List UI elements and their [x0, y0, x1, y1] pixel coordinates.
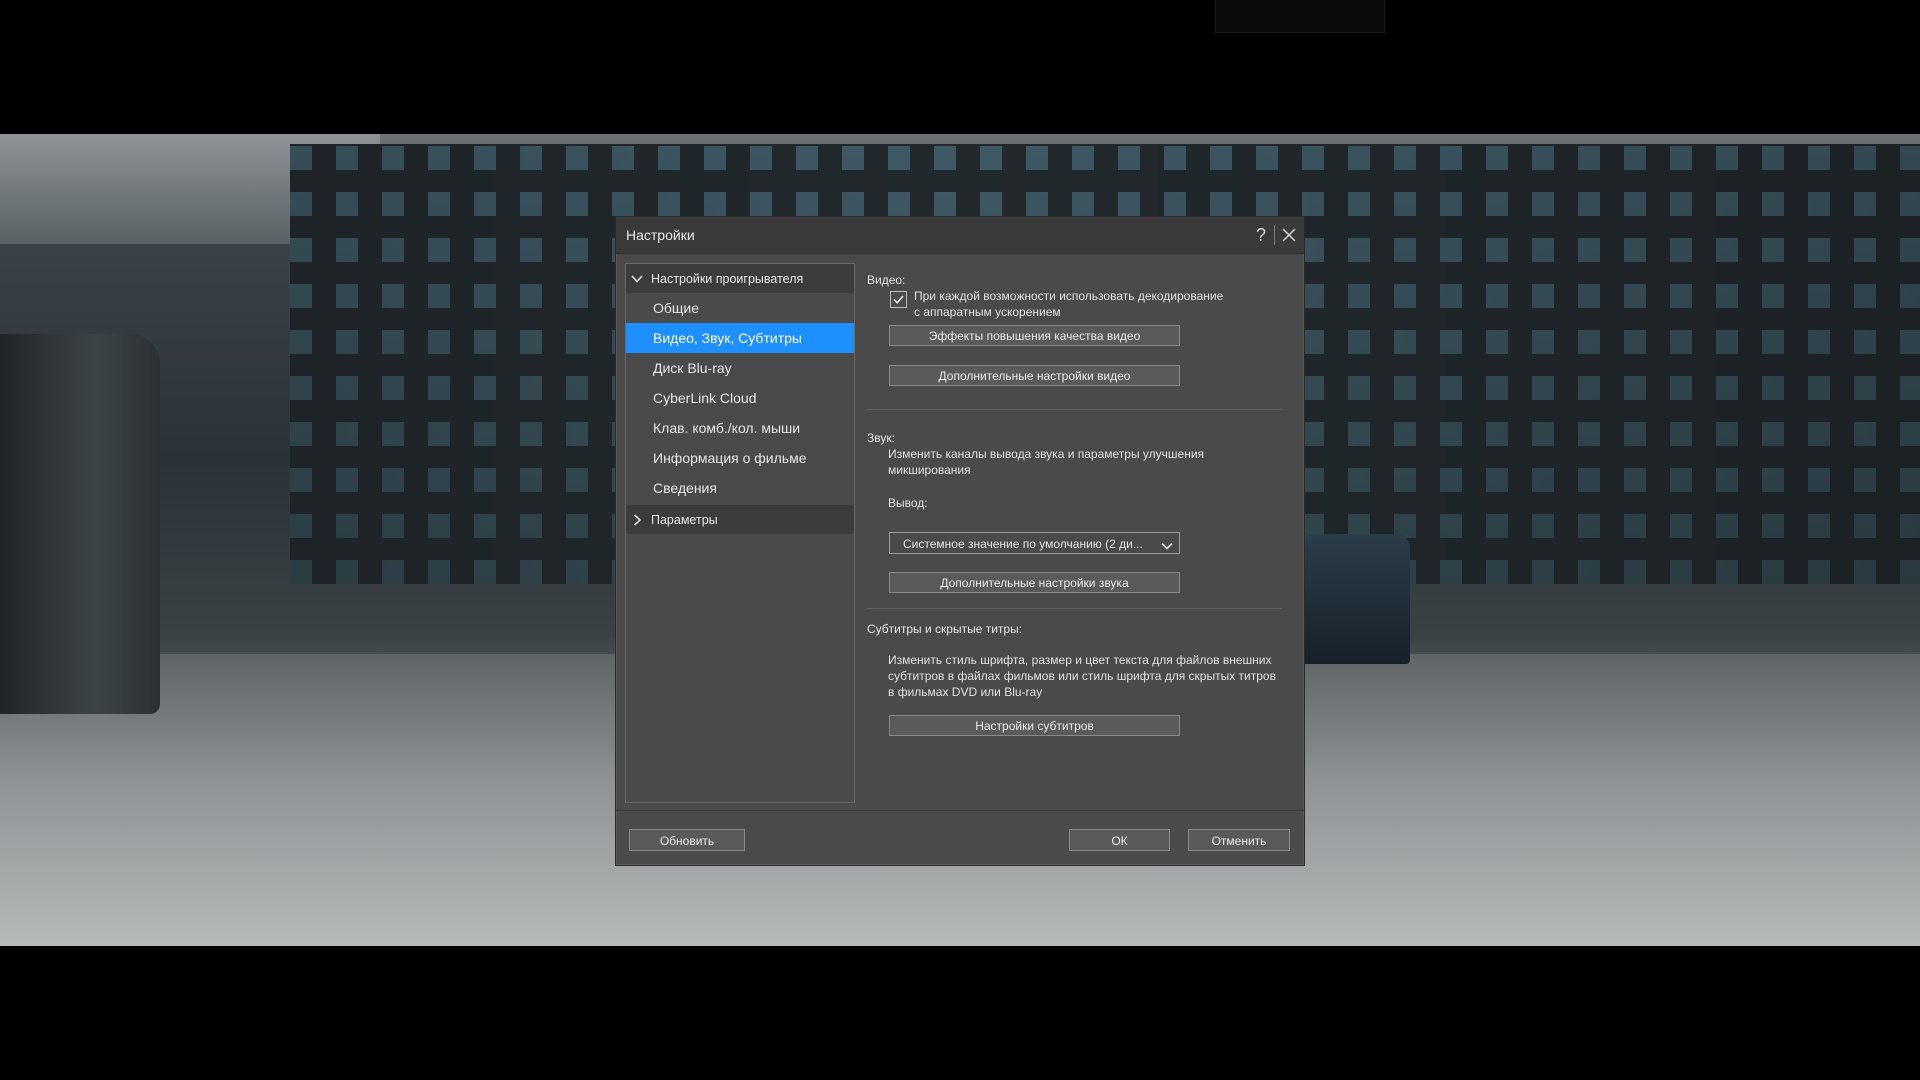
- nav-item-label: Диск Blu-ray: [653, 360, 732, 376]
- nav-item-cyberlink-cloud[interactable]: CyberLink Cloud: [626, 383, 854, 413]
- hw-decode-label-line1: При каждой возможности использовать деко…: [914, 289, 1224, 303]
- dialog-titlebar: Настройки ?: [616, 217, 1304, 254]
- audio-output-label: Вывод:: [888, 496, 928, 510]
- nav-item-label: Информация о фильме: [653, 450, 807, 466]
- subtitles-desc-line3: в фильмах DVD или Blu-ray: [888, 685, 1043, 699]
- video-advanced-button[interactable]: Дополнительные настройки видео: [889, 365, 1180, 386]
- audio-desc-line2: микширования: [888, 463, 971, 477]
- nav-item-label: Сведения: [653, 480, 717, 496]
- footer-divider: [616, 810, 1304, 811]
- section-divider: [867, 608, 1282, 609]
- audio-advanced-button[interactable]: Дополнительные настройки звука: [889, 572, 1180, 593]
- nav-item-label: Общие: [653, 300, 700, 316]
- chevron-down-icon: [631, 272, 643, 284]
- nav-item-label: Видео, Звук, Субтитры: [653, 330, 802, 346]
- chevron-down-icon: [1161, 538, 1173, 550]
- nav-item-about[interactable]: Сведения: [626, 473, 854, 503]
- settings-dialog: Настройки ? Настройки проигрывателя Общи…: [615, 216, 1305, 866]
- audio-section-header: Звук:: [867, 431, 895, 445]
- video-enhance-button[interactable]: Эффекты повышения качества видео: [889, 325, 1180, 346]
- nav-group-player-settings[interactable]: Настройки проигрывателя: [626, 264, 854, 293]
- video-truck: [0, 334, 160, 714]
- cancel-button[interactable]: Отменить: [1188, 829, 1290, 851]
- settings-content-panel: Видео: При каждой возможности использова…: [862, 263, 1292, 801]
- dialog-title: Настройки: [626, 227, 695, 243]
- audio-output-value: Системное значение по умолчанию (2 ди...: [903, 537, 1143, 551]
- nav-item-label: Клав. комб./кол. мыши: [653, 420, 801, 436]
- nav-item-video-audio-subtitles[interactable]: Видео, Звук, Субтитры: [626, 323, 854, 353]
- hw-decode-checkbox[interactable]: [890, 291, 907, 308]
- chevron-right-icon: [631, 513, 643, 526]
- video-section-header: Видео:: [867, 273, 906, 287]
- close-icon[interactable]: [1278, 223, 1300, 247]
- nav-item-bluray-disc[interactable]: Диск Blu-ray: [626, 353, 854, 383]
- section-divider: [867, 409, 1282, 410]
- audio-desc-line1: Изменить каналы вывода звука и параметры…: [888, 447, 1205, 461]
- hw-decode-label-line2: с аппаратным ускорением: [914, 305, 1061, 319]
- top-overlay-bar: [1215, 0, 1385, 33]
- ok-button[interactable]: ОК: [1069, 829, 1170, 851]
- subtitles-desc-line2: субтитров в файлах фильмов или стиль шри…: [888, 669, 1276, 683]
- nav-group-label: Настройки проигрывателя: [651, 272, 804, 286]
- subtitles-section-header: Субтитры и скрытые титры:: [867, 622, 1023, 636]
- update-button[interactable]: Обновить: [629, 829, 745, 851]
- audio-output-dropdown[interactable]: Системное значение по умолчанию (2 ди...: [889, 532, 1180, 554]
- subtitle-settings-button[interactable]: Настройки субтитров: [889, 715, 1180, 736]
- nav-group-parameters[interactable]: Параметры: [626, 505, 854, 534]
- nav-group-label: Параметры: [651, 513, 718, 527]
- settings-nav-tree: Настройки проигрывателя Общие Видео, Зву…: [625, 263, 855, 803]
- titlebar-divider: [1274, 225, 1275, 245]
- subtitles-desc-line1: Изменить стиль шрифта, размер и цвет тек…: [888, 653, 1272, 667]
- nav-item-general[interactable]: Общие: [626, 293, 854, 323]
- nav-item-hotkeys-mouse[interactable]: Клав. комб./кол. мыши: [626, 413, 854, 443]
- help-button[interactable]: ?: [1251, 223, 1271, 247]
- video-car: [1300, 534, 1410, 664]
- nav-item-movie-info[interactable]: Информация о фильме: [626, 443, 854, 473]
- nav-item-label: CyberLink Cloud: [653, 390, 757, 406]
